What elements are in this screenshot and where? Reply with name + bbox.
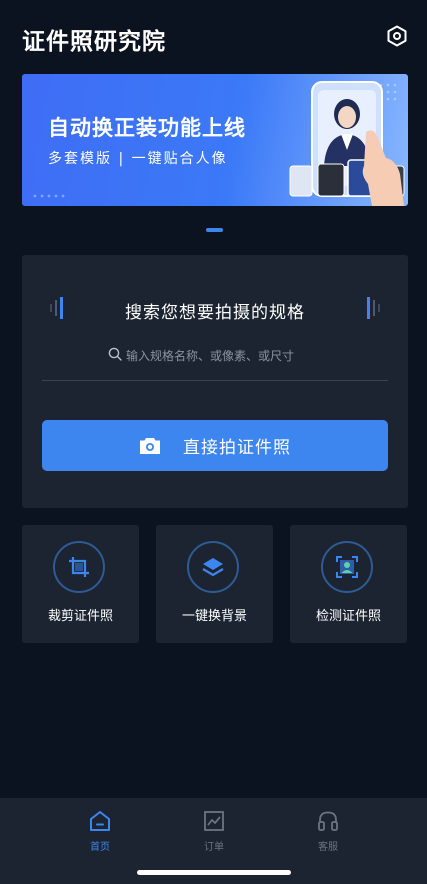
tool-crop-photo[interactable]: 裁剪证件照 — [22, 525, 139, 643]
search-heading: 搜索您想要拍摄的规格 — [125, 303, 305, 323]
nav-label: 客服 — [318, 842, 338, 853]
promo-banner[interactable]: 自动换正装功能上线 多套模版 | 一键贴合人像 — [22, 74, 408, 206]
tool-icon-circle — [187, 541, 239, 593]
search-card: 搜索您想要拍摄的规格 直接拍证件照 — [22, 255, 408, 508]
crop-icon — [69, 557, 89, 577]
home-icon — [90, 811, 110, 831]
home-indicator-bar — [137, 870, 291, 875]
search-input[interactable] — [126, 345, 356, 367]
nav-label: 订单 — [204, 842, 224, 853]
chart-icon — [204, 811, 224, 831]
decorative-dots — [33, 194, 65, 198]
tool-change-background[interactable]: 一键换背景 — [156, 525, 273, 643]
nav-label: 首页 — [90, 842, 110, 853]
bracket-decoration-icon — [367, 297, 380, 319]
camera-icon — [140, 437, 160, 454]
nav-item-orders[interactable]: 订单 — [184, 808, 244, 856]
tool-check-photo[interactable]: 检测证件照 — [290, 525, 407, 643]
capture-photo-button[interactable]: 直接拍证件照 — [42, 420, 388, 471]
app-title: 证件照研究院 — [22, 29, 166, 55]
banner-subtitle: 多套模版 | 一键贴合人像 — [48, 151, 228, 167]
tool-label: 一键换背景 — [181, 609, 247, 624]
search-icon — [108, 347, 122, 361]
nav-item-customer-service[interactable]: 客服 — [298, 808, 358, 856]
tool-label: 检测证件照 — [315, 609, 381, 624]
carousel-indicator — [206, 228, 223, 232]
search-field[interactable] — [42, 338, 388, 381]
face-scan-icon — [336, 556, 358, 578]
nav-item-home[interactable]: 首页 — [70, 808, 130, 856]
tool-icon-circle — [53, 541, 105, 593]
tool-icon-circle — [321, 541, 373, 593]
headset-icon — [318, 811, 338, 831]
tool-label: 裁剪证件照 — [47, 609, 113, 624]
app-header: 证件照研究院 — [0, 0, 427, 74]
layers-icon — [202, 558, 224, 577]
hexagon-settings-icon — [387, 25, 407, 47]
phone-portrait-illustration — [289, 81, 405, 206]
banner-title: 自动换正装功能上线 — [48, 116, 246, 140]
capture-photo-label: 直接拍证件照 — [183, 438, 291, 458]
settings-button[interactable] — [385, 24, 409, 48]
